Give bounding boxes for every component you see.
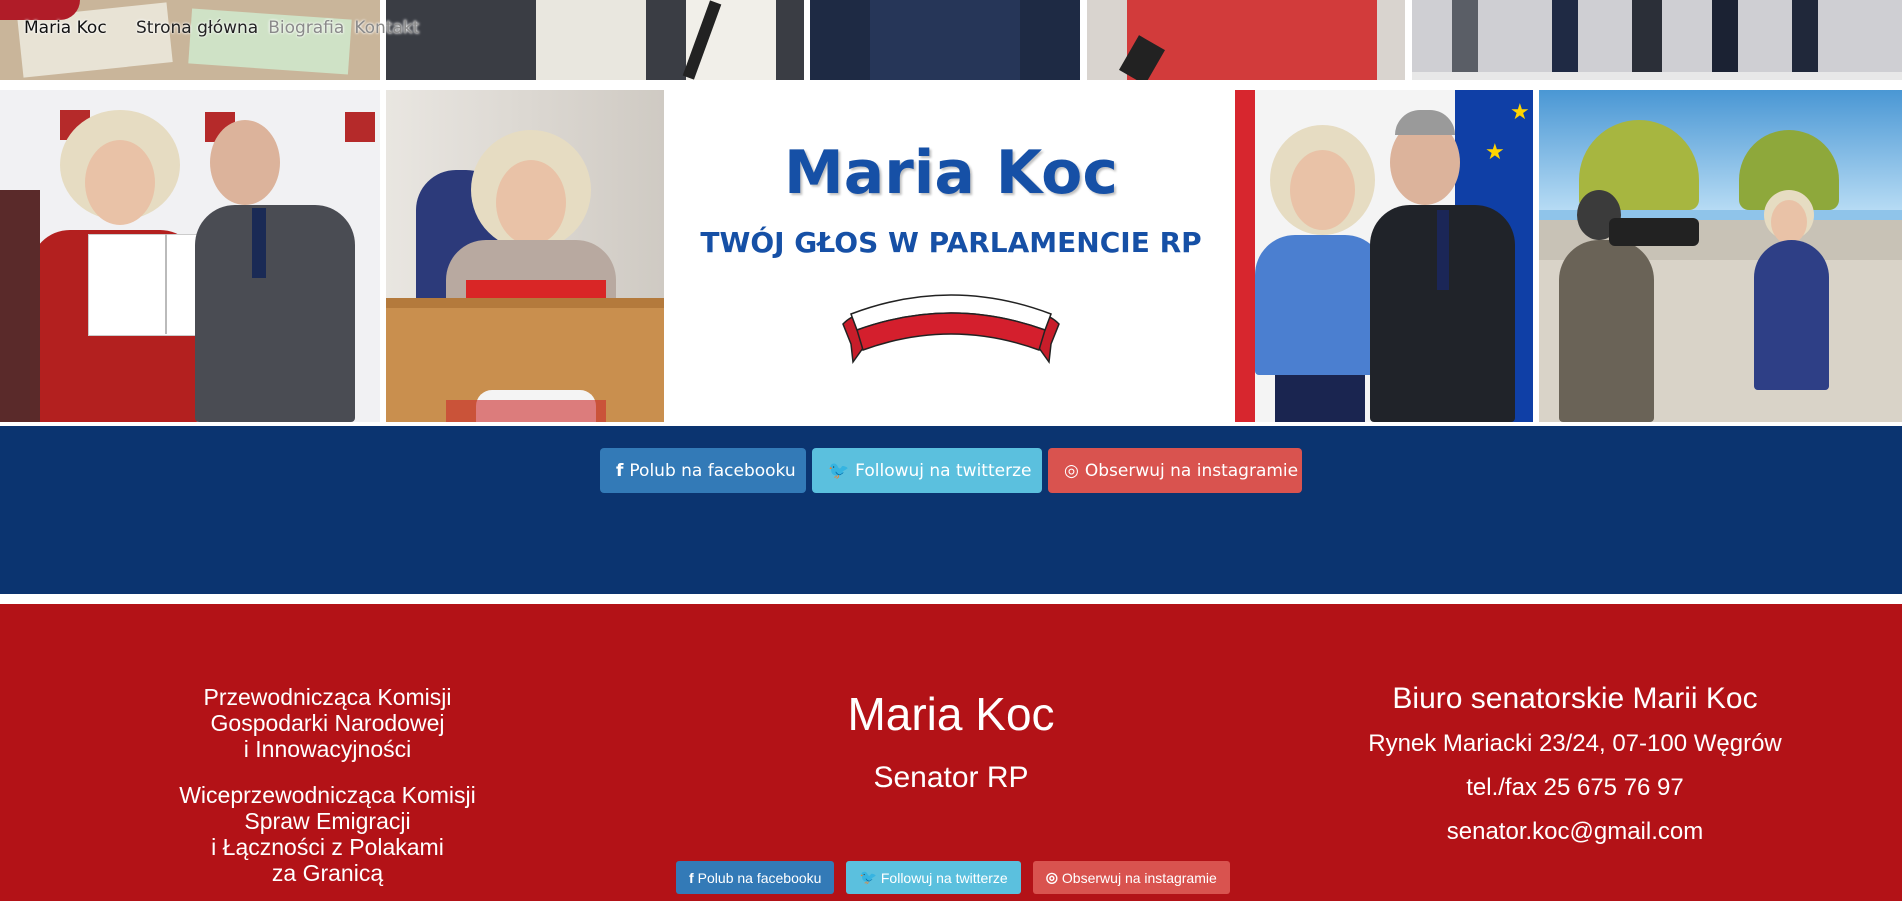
hero-banner: Maria Koc TWÓJ GŁOS W PARLAMENCIE RP bbox=[668, 90, 1234, 424]
footer-contact: Biuro senatorskie Marii Koc Rynek Mariac… bbox=[1330, 682, 1820, 862]
office-email[interactable]: senator.koc@gmail.com bbox=[1330, 818, 1820, 846]
photo-top-3 bbox=[810, 0, 1080, 80]
twitter-button[interactable]: 🐦 Followuj na twitterze bbox=[812, 448, 1042, 493]
instagram-button-label: Obserwuj na instagramie bbox=[1084, 460, 1299, 481]
photo-handshake: ★ ★ bbox=[1235, 90, 1533, 422]
facebook-button[interactable]: f Polub na facebooku bbox=[600, 448, 806, 493]
divider-strip bbox=[0, 594, 1902, 604]
banner-title: Maria Koc bbox=[784, 138, 1118, 208]
photo-award bbox=[0, 90, 380, 422]
instagram-button-footer[interactable]: ◎ Obserwuj na instagramie bbox=[1032, 861, 1230, 894]
photo-collage: ★ ★ Maria Koc TWÓJ GŁOS W PARLAMENCIE RP bbox=[0, 0, 1902, 426]
photo-interview bbox=[1539, 90, 1902, 422]
banner-subtitle: TWÓJ GŁOS W PARLAMENCIE RP bbox=[700, 226, 1202, 259]
office-address: Rynek Mariacki 23/24, 07-100 Węgrów bbox=[1368, 730, 1782, 757]
twitter-button-label: Followuj na twitterze bbox=[855, 460, 1032, 481]
photo-top-4 bbox=[1087, 0, 1405, 80]
social-buttons-top: f Polub na facebooku 🐦 Followuj na twitt… bbox=[600, 448, 1302, 493]
footer-roles: Przewodnicząca Komisji Gospodarki Narodo… bbox=[120, 684, 535, 906]
nav-link-biography[interactable]: Biografia bbox=[268, 18, 344, 38]
nav-link-home[interactable]: Strona główna bbox=[136, 18, 258, 38]
office-title: Biuro senatorskie Marii Koc bbox=[1392, 682, 1758, 715]
facebook-icon: f bbox=[689, 869, 694, 886]
photo-top-1 bbox=[0, 0, 380, 80]
site-brand[interactable]: Maria Koc bbox=[24, 18, 107, 38]
instagram-icon: ◎ bbox=[1045, 869, 1058, 885]
twitter-button-footer[interactable]: 🐦 Followuj na twitterze bbox=[846, 861, 1021, 894]
facebook-button-label: Polub na facebooku bbox=[629, 460, 796, 481]
facebook-footer-label: Polub na facebooku bbox=[697, 869, 822, 886]
ribbon-emblem bbox=[842, 294, 1060, 365]
photo-top-5 bbox=[1412, 0, 1902, 80]
role-committee-economy: Przewodnicząca Komisji Gospodarki Narodo… bbox=[203, 684, 452, 762]
facebook-button-footer[interactable]: f Polub na facebooku bbox=[676, 861, 835, 894]
photo-podium bbox=[386, 90, 664, 422]
twitter-icon: 🐦 bbox=[828, 460, 850, 481]
instagram-button[interactable]: ◎ Obserwuj na instagramie bbox=[1048, 448, 1302, 493]
role-committee-emigration: Wiceprzewodnicząca Komisji Spraw Emigrac… bbox=[179, 782, 476, 886]
main-nav: Strona główna Biografia Kontakt bbox=[136, 18, 419, 38]
twitter-icon: 🐦 bbox=[859, 869, 877, 885]
footer: Przewodnicząca Komisji Gospodarki Narodo… bbox=[0, 604, 1902, 901]
photo-top-2 bbox=[386, 0, 804, 80]
nav-link-contact[interactable]: Kontakt bbox=[354, 18, 419, 38]
instagram-footer-label: Obserwuj na instagramie bbox=[1061, 869, 1217, 886]
twitter-footer-label: Followuj na twitterze bbox=[880, 869, 1008, 886]
office-phone[interactable]: tel./fax 25 675 76 97 bbox=[1330, 774, 1820, 802]
footer-identity: Maria Koc Senator RP bbox=[751, 687, 1151, 795]
facebook-icon: f bbox=[616, 460, 624, 481]
instagram-icon: ◎ bbox=[1064, 460, 1079, 481]
footer-name: Maria Koc bbox=[847, 688, 1055, 740]
social-buttons-bottom: f Polub na facebooku 🐦 Followuj na twitt… bbox=[676, 861, 1230, 894]
footer-role: Senator RP bbox=[873, 761, 1029, 794]
